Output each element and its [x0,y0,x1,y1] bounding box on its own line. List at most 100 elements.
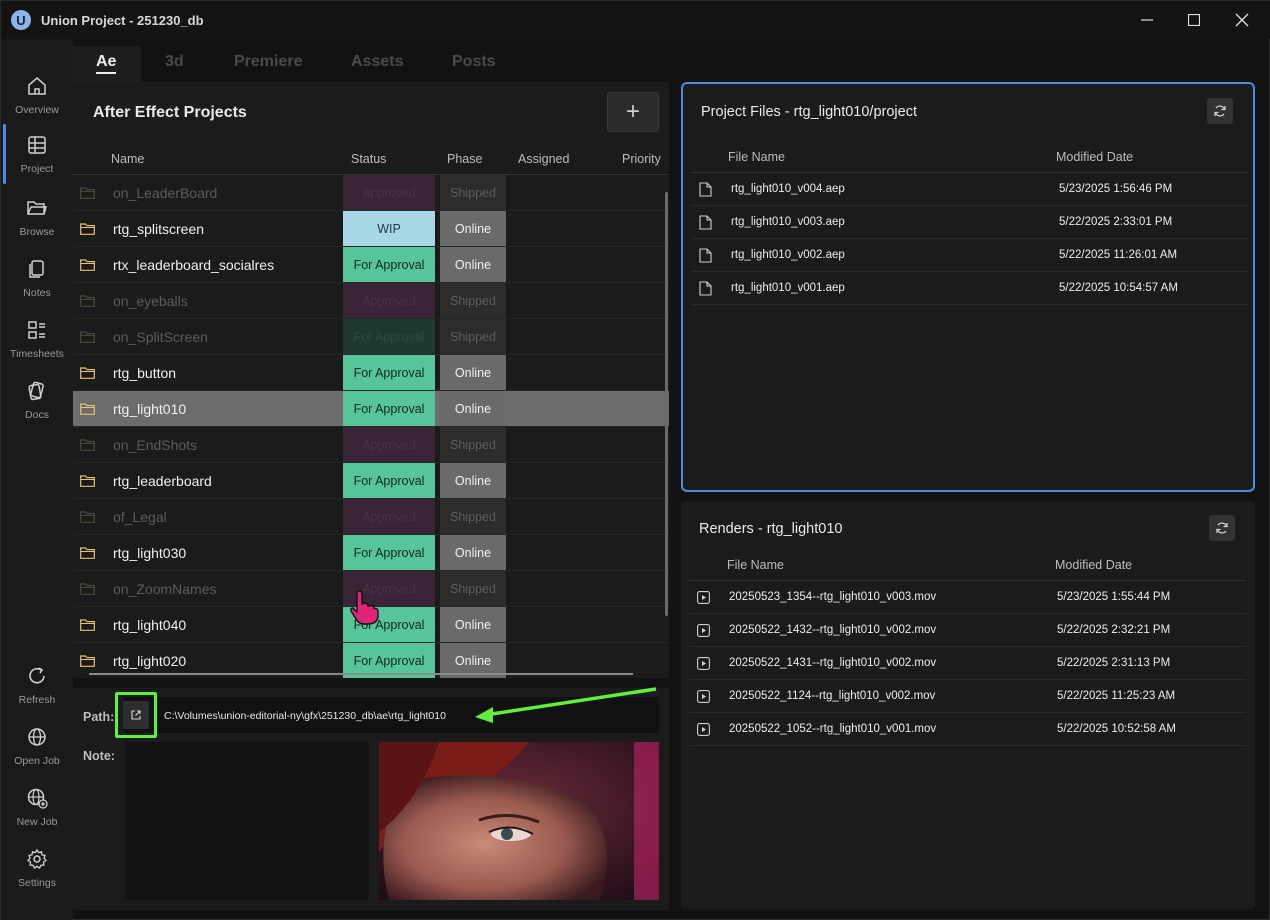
sidebar-item-notes[interactable]: Notes [1,252,73,312]
sidebar-item-new-job[interactable]: New Job [1,781,73,841]
project-name: rtg_light020 [113,653,187,669]
list-item[interactable]: 20250522_1431--rtg_light010_v002.mov 5/22… [689,647,1246,680]
phase-badge[interactable]: Online [440,607,506,642]
phase-badge[interactable]: Shipped [440,175,506,210]
status-badge[interactable]: Approved [343,283,435,318]
tab-ae[interactable]: Ae [96,53,117,74]
column-header-modified-date[interactable]: Modified Date [1055,558,1132,572]
phase-badge[interactable]: Shipped [440,283,506,318]
sidebar-item-docs[interactable]: Docs [1,374,73,434]
phase-badge[interactable]: Online [440,355,506,390]
phase-badge[interactable]: Online [440,247,506,282]
modified-date: 5/22/2025 2:31:13 PM [1057,657,1171,669]
column-header-file-name[interactable]: File Name [728,150,785,164]
list-item[interactable]: 20250522_1124--rtg_light010_v002.mov 5/22… [689,680,1246,713]
list-item[interactable]: rtg_light010_v001.aep 5/22/2025 10:54:57 … [691,272,1248,305]
table-row[interactable]: on_SplitScreen For Approval Shipped [73,319,669,355]
list-item[interactable]: rtg_light010_v003.aep 5/22/2025 2:33:01 P… [691,206,1248,239]
phase-badge[interactable]: Online [440,535,506,570]
folder-icon [80,511,95,523]
list-item[interactable]: 20250522_1052--rtg_light010_v001.mov 5/22… [689,713,1246,746]
renders-refresh-button[interactable] [1209,515,1235,541]
horizontal-scrollbar[interactable] [89,673,633,675]
table-row[interactable]: rtg_button For Approval Online [73,355,669,391]
status-badge[interactable]: For Approval [343,319,435,354]
project-files-refresh-button[interactable] [1207,98,1233,124]
column-header-name[interactable]: Name [111,152,144,166]
status-badge[interactable]: For Approval [343,535,435,570]
sidebar-item-open-job[interactable]: Open Job [1,720,73,780]
phase-badge[interactable]: Online [440,391,506,426]
column-header-status[interactable]: Status [351,152,386,166]
close-button[interactable] [1219,1,1265,39]
folder-icon [80,619,95,631]
minimize-button[interactable] [1124,1,1170,39]
list-item[interactable]: rtg_light010_v002.aep 5/22/2025 11:26:01 … [691,239,1248,272]
status-badge[interactable]: For Approval [343,391,435,426]
phase-badge[interactable]: Online [440,463,506,498]
table-row[interactable]: rtg_light030 For Approval Online [73,535,669,571]
table-row[interactable]: on_LeaderBoard Approved Shipped [73,175,669,211]
sidebar-item-project[interactable]: Project [1,124,73,184]
modified-date: 5/23/2025 1:55:44 PM [1057,591,1171,603]
project-name: rtg_light010 [113,401,187,417]
sidebar-item-label: Docs [25,409,49,421]
table-row[interactable]: on_EndShots Approved Shipped [73,427,669,463]
column-header-file-name[interactable]: File Name [727,558,784,572]
phase-badge[interactable]: Shipped [440,499,506,534]
column-header-phase[interactable]: Phase [447,152,482,166]
vertical-scrollbar[interactable] [665,192,668,616]
sidebar-item-refresh[interactable]: Refresh [1,659,73,719]
table-row[interactable]: rtx_leaderboard_socialres For Approval Onl… [73,247,669,283]
sidebar-item-label: Settings [18,877,56,889]
phase-badge[interactable]: Shipped [440,319,506,354]
column-header-priority[interactable]: Priority [622,152,661,166]
sidebar-item-label: Overview [15,104,59,116]
list-item[interactable]: 20250522_1432--rtg_light010_v002.mov 5/22… [689,614,1246,647]
column-header-assigned[interactable]: Assigned [518,152,569,166]
sidebar-item-label: New Job [16,816,58,828]
status-badge[interactable]: Approved [343,499,435,534]
project-name: of_Legal [113,509,167,525]
table-row[interactable]: rtg_leaderboard For Approval Online [73,463,669,499]
status-badge[interactable]: For Approval [343,247,435,282]
status-badge[interactable]: For Approval [343,463,435,498]
sidebar-item-browse[interactable]: Browse [1,191,73,251]
folder-icon [80,547,95,559]
file-icon [699,248,712,263]
sidebar-item-settings[interactable]: Settings [1,842,73,902]
phase-badge[interactable]: Shipped [440,571,506,606]
home-icon [28,77,46,95]
tab-posts[interactable]: Posts [452,53,496,71]
table-row[interactable]: rtg_light010 For Approval Online [73,391,669,427]
folder-icon [80,475,95,487]
tab-assets[interactable]: Assets [351,53,403,71]
list-item[interactable]: rtg_light010_v004.aep 5/23/2025 1:56:46 P… [691,173,1248,206]
table-row[interactable]: of_Legal Approved Shipped [73,499,669,535]
sidebar-item-overview[interactable]: Overview [1,69,73,129]
status-badge[interactable]: For Approval [343,355,435,390]
add-project-button[interactable]: + [607,92,659,132]
modified-date: 5/22/2025 2:33:01 PM [1059,216,1173,228]
note-label: Note: [83,749,115,763]
status-badge[interactable]: Approved [343,427,435,462]
open-folder-button[interactable] [115,692,157,738]
folder-icon [80,223,95,235]
list-item[interactable]: 20250523_1354--rtg_light010_v003.mov 5/23… [689,581,1246,614]
status-badge[interactable]: WIP [343,211,435,246]
tab-3d[interactable]: 3d [165,53,184,71]
project-name: rtg_light040 [113,617,187,633]
sidebar-item-timesheets[interactable]: Timesheets [1,313,73,373]
video-file-icon [697,657,710,670]
tab-premiere[interactable]: Premiere [234,53,303,71]
table-row[interactable]: on_eyeballs Approved Shipped [73,283,669,319]
status-badge[interactable]: Approved [343,175,435,210]
column-header-modified-date[interactable]: Modified Date [1056,150,1133,164]
phase-badge[interactable]: Online [440,211,506,246]
phase-badge[interactable]: Shipped [440,427,506,462]
sidebar-item-label: Browse [19,226,55,238]
sidebar-item-label: Refresh [18,694,56,706]
table-row[interactable]: rtg_splitscreen WIP Online [73,211,669,247]
maximize-button[interactable] [1171,1,1217,39]
note-textarea[interactable] [125,742,369,900]
